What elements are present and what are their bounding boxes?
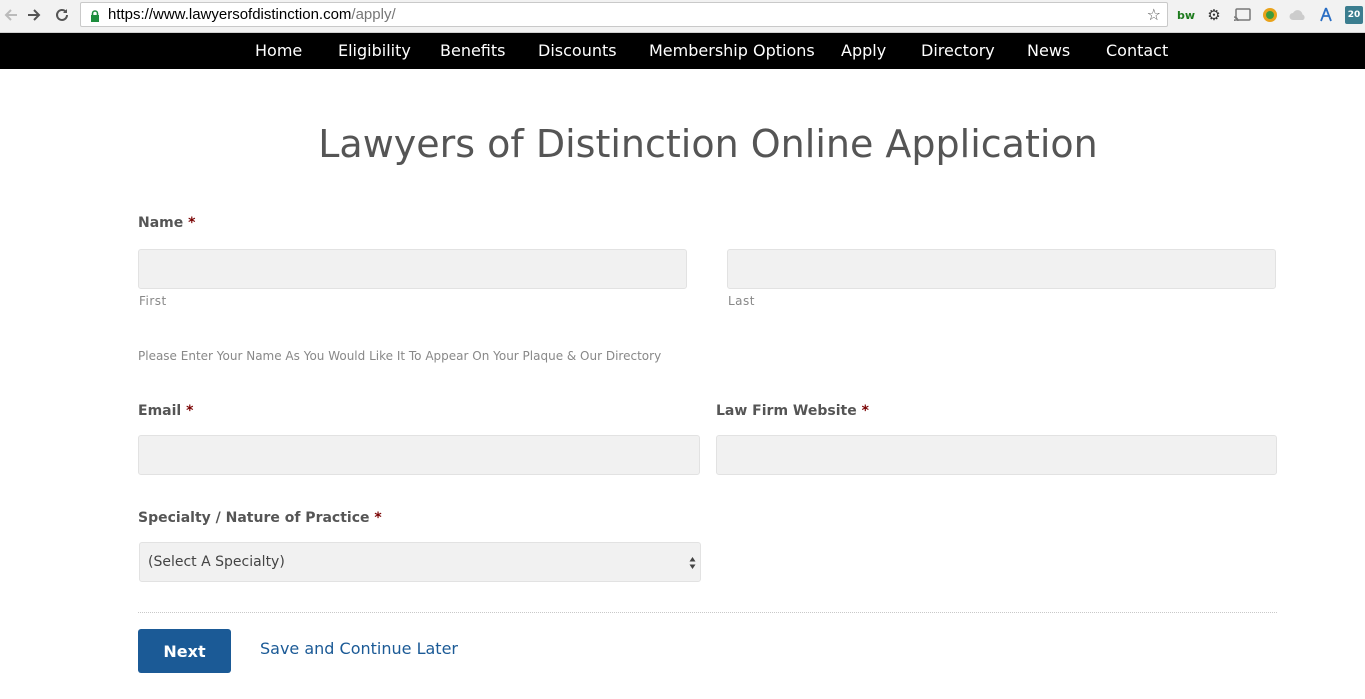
last-name-input[interactable] bbox=[727, 249, 1276, 289]
nav-item-home[interactable]: Home bbox=[255, 41, 302, 60]
nav-item-news[interactable]: News bbox=[1027, 41, 1070, 60]
page-title: Lawyers of Distinction Online Applicatio… bbox=[318, 122, 1098, 166]
email-label-text: Email bbox=[138, 403, 182, 419]
save-and-continue-link[interactable]: Save and Continue Later bbox=[260, 639, 458, 658]
last-sublabel: Last bbox=[728, 294, 755, 308]
reload-icon[interactable] bbox=[51, 4, 73, 26]
name-label-text: Name bbox=[138, 215, 184, 231]
email-label: Email * bbox=[138, 403, 193, 419]
nav-item-eligibility[interactable]: Eligibility bbox=[338, 41, 411, 60]
lock-icon bbox=[90, 8, 100, 27]
bw-icon[interactable]: bw bbox=[1176, 6, 1196, 24]
select-arrows-icon bbox=[689, 555, 696, 571]
browser-toolbar: https://www.lawyersofdistinction.com/app… bbox=[0, 0, 1365, 33]
nav-item-contact[interactable]: Contact bbox=[1106, 41, 1168, 60]
next-button[interactable]: Next bbox=[138, 629, 231, 673]
website-label-text: Law Firm Website bbox=[716, 403, 857, 419]
bookmark-star-icon[interactable]: ☆ bbox=[1147, 5, 1161, 24]
specialty-select-value: (Select A Specialty) bbox=[148, 554, 285, 570]
required-mark: * bbox=[374, 510, 382, 526]
name-hint: Please Enter Your Name As You Would Like… bbox=[138, 349, 662, 363]
nav-item-membership-options[interactable]: Membership Options bbox=[649, 41, 815, 60]
forward-icon[interactable] bbox=[23, 4, 45, 26]
nav-item-benefits[interactable]: Benefits bbox=[440, 41, 506, 60]
name-label: Name * bbox=[138, 215, 195, 231]
gear-icon[interactable]: ⚙ bbox=[1205, 6, 1223, 24]
required-mark: * bbox=[188, 215, 196, 231]
nav-item-apply[interactable]: Apply bbox=[841, 41, 886, 60]
website-input[interactable] bbox=[716, 435, 1277, 475]
form-divider bbox=[138, 612, 1277, 613]
required-mark: * bbox=[186, 403, 194, 419]
first-sublabel: First bbox=[139, 294, 167, 308]
calendar-icon[interactable]: 20 bbox=[1345, 6, 1363, 24]
nav-item-directory[interactable]: Directory bbox=[921, 41, 995, 60]
first-name-input[interactable] bbox=[138, 249, 687, 289]
back-icon[interactable] bbox=[0, 4, 22, 26]
required-mark: * bbox=[861, 403, 869, 419]
address-bar[interactable]: https://www.lawyersofdistinction.com/app… bbox=[80, 2, 1168, 27]
specialty-label: Specialty / Nature of Practice * bbox=[138, 510, 382, 526]
email-input[interactable] bbox=[138, 435, 700, 475]
specialty-select[interactable]: (Select A Specialty) bbox=[139, 542, 701, 582]
main-nav: Home Eligibility Benefits Discounts Memb… bbox=[0, 33, 1365, 69]
url-text: https://www.lawyersofdistinction.com/app… bbox=[108, 6, 396, 23]
nav-item-discounts[interactable]: Discounts bbox=[538, 41, 617, 60]
website-label: Law Firm Website * bbox=[716, 403, 869, 419]
cast-icon[interactable] bbox=[1232, 6, 1252, 24]
badge-icon[interactable] bbox=[1261, 6, 1279, 24]
network-icon[interactable] bbox=[1317, 6, 1335, 24]
cloud-icon[interactable] bbox=[1289, 6, 1307, 24]
specialty-label-text: Specialty / Nature of Practice bbox=[138, 510, 370, 526]
